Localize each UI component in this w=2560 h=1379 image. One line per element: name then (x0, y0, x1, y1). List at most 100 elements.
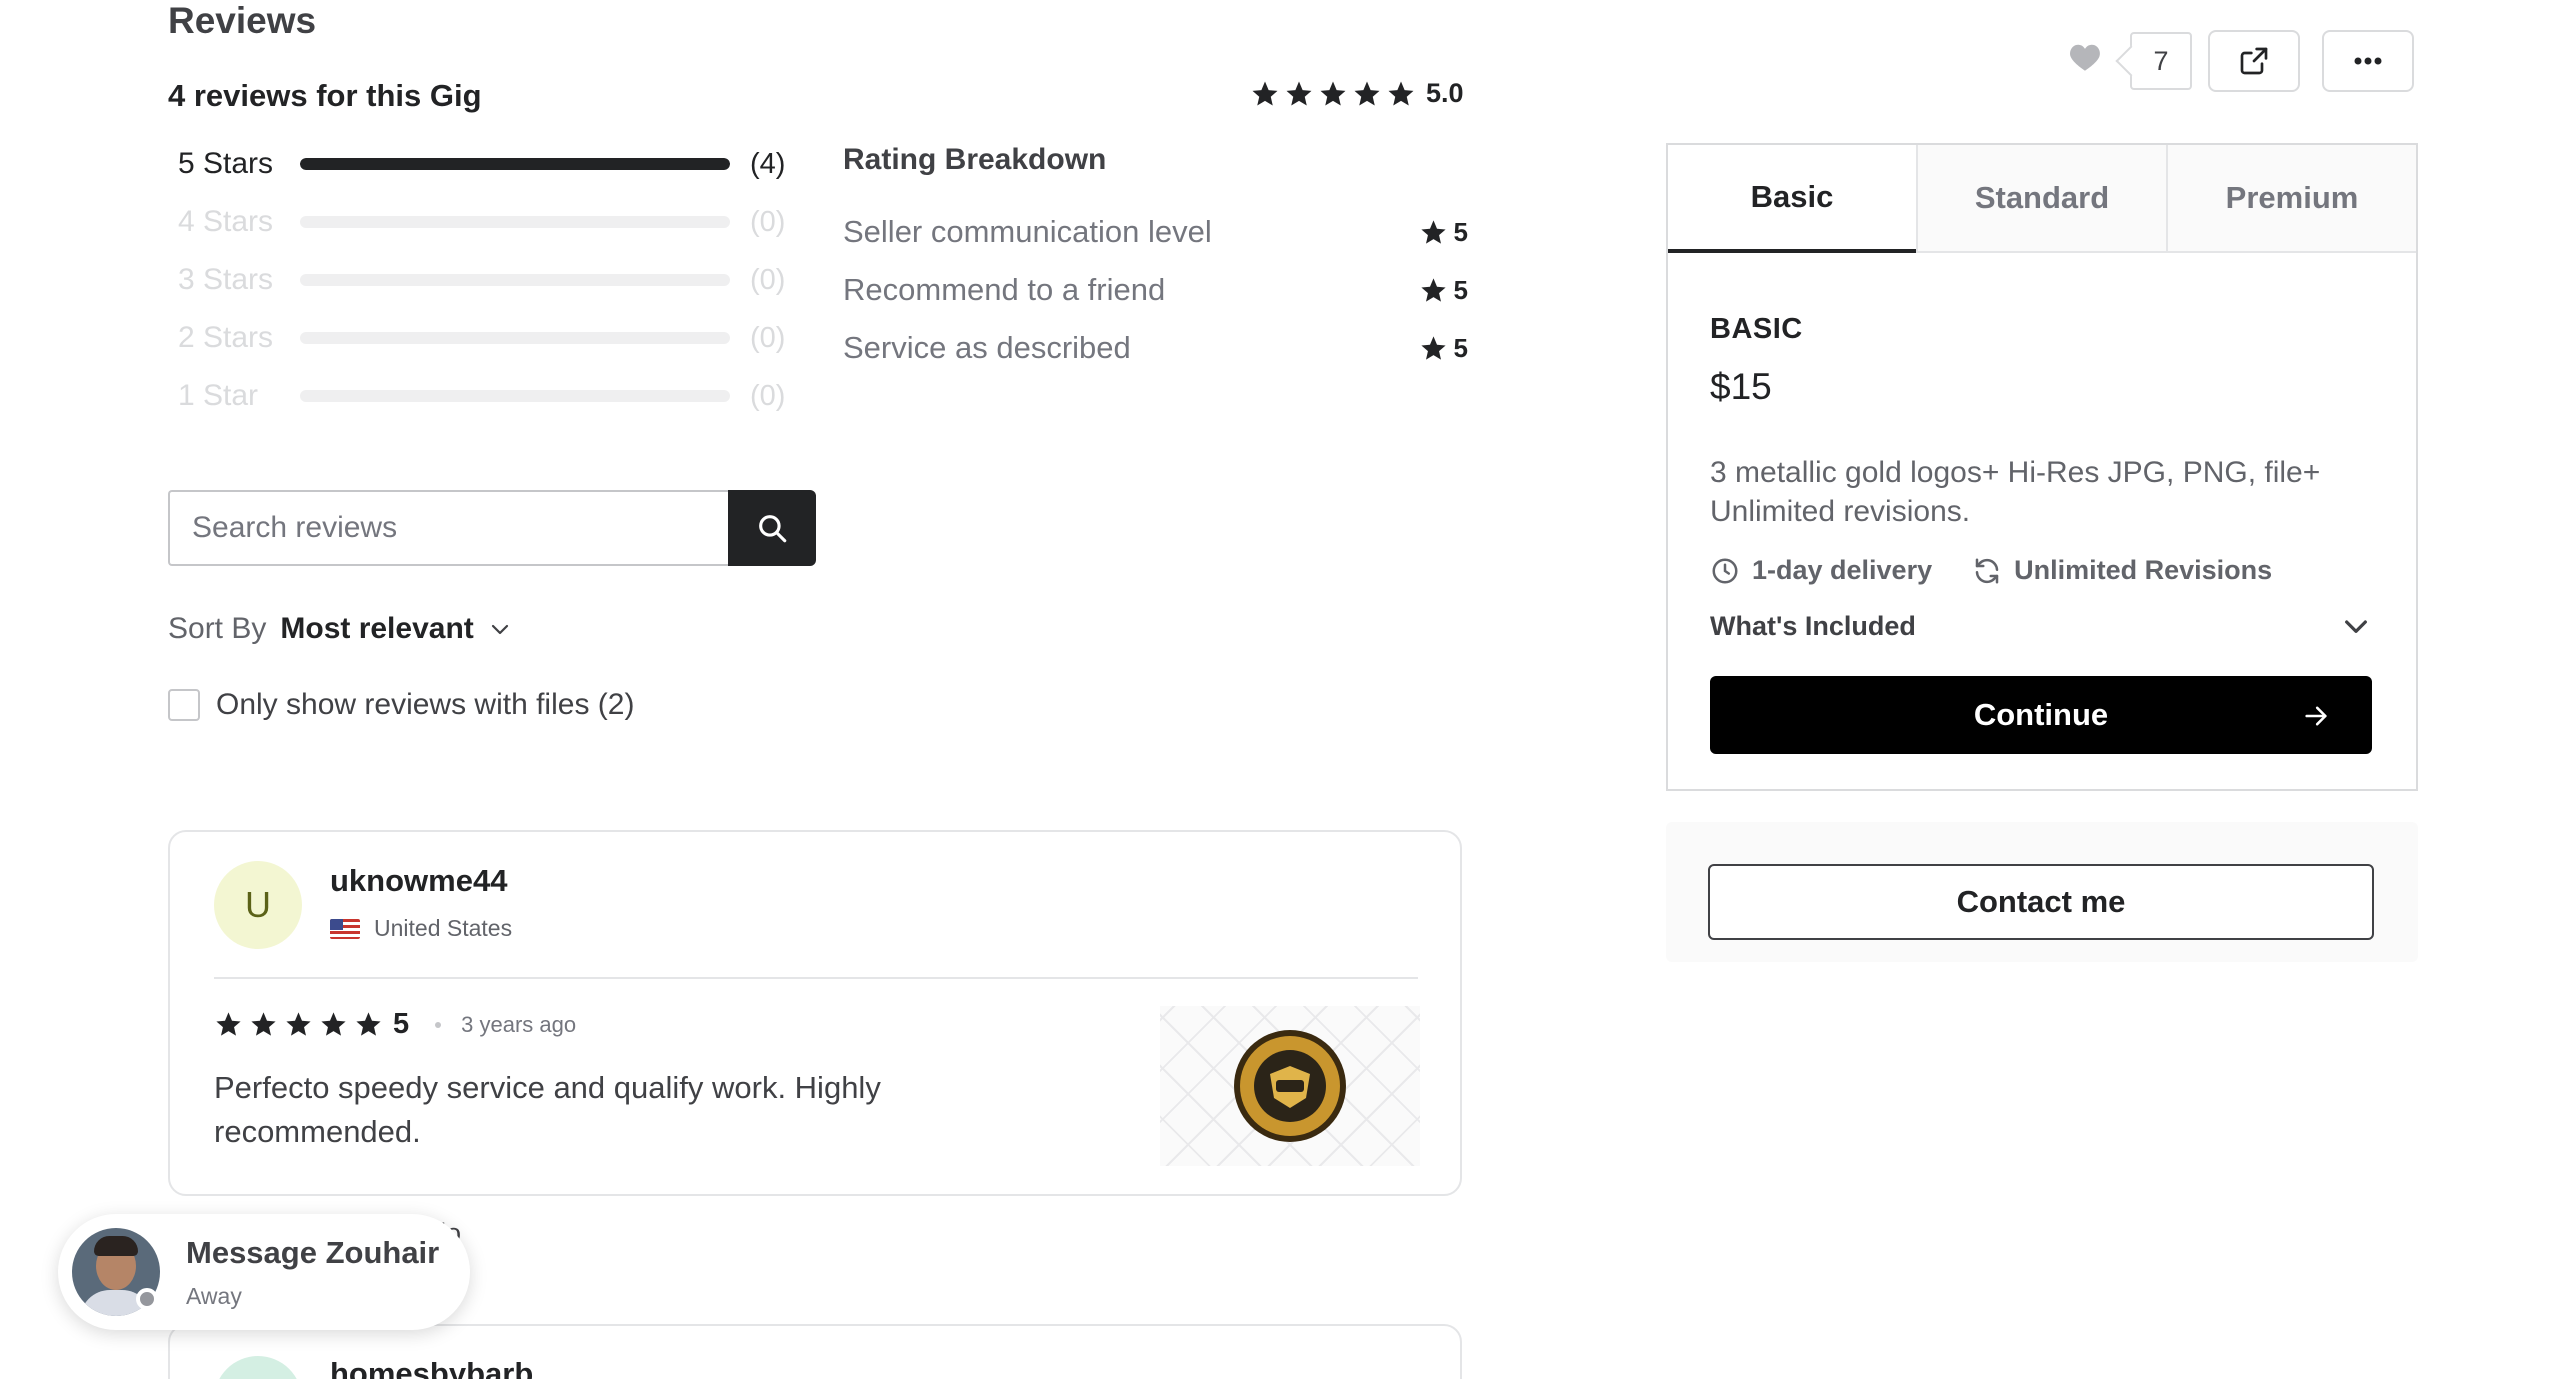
reviewer-country-label: United States (374, 915, 513, 941)
clock-icon (1712, 558, 1738, 583)
review-rating-value: 5 (393, 1008, 410, 1040)
favorite-count: 7 (2130, 32, 2192, 90)
star-row-3: 3 Stars (0) (178, 260, 788, 300)
star-icon (1286, 81, 1312, 105)
gold-logo-image (1234, 1030, 1346, 1142)
avatar[interactable]: U (214, 861, 302, 949)
star-row-label: 5 Stars (178, 147, 274, 180)
sort-by-label: Sort By (168, 612, 267, 645)
star-row-5[interactable]: 5 Stars (4) (178, 144, 788, 184)
star-row-4: 4 Stars (0) (178, 202, 788, 242)
breakdown-row: Recommend to a friend 5 (843, 268, 1468, 312)
search-icon (759, 515, 787, 543)
search-reviews-input[interactable] (192, 511, 730, 545)
reviewer-country: United States (330, 915, 512, 942)
files-filter-checkbox[interactable] (168, 689, 200, 721)
package-name: BASIC (1710, 313, 1803, 345)
star-icon (286, 1012, 311, 1036)
breakdown-label: Service as described (843, 330, 1131, 365)
star-row-bar (300, 216, 730, 228)
share-button[interactable] (2208, 30, 2300, 92)
star-icon (1388, 81, 1414, 105)
package-price: $15 (1710, 366, 1772, 407)
star-icon (251, 1012, 276, 1036)
star-row-label: 1 Star (178, 379, 259, 412)
star-row-count: (0) (750, 379, 786, 412)
review-text: Perfecto speedy service and qualify work… (214, 1070, 881, 1149)
search-reviews-field[interactable] (168, 490, 730, 566)
breakdown-value: 5 (1453, 216, 1468, 247)
tab-standard[interactable]: Standard (1916, 145, 2166, 251)
separator-dot (435, 1021, 442, 1028)
star-row-count: (0) (750, 263, 786, 296)
breakdown-value: 5 (1453, 332, 1468, 363)
star-row-label: 2 Stars (178, 321, 274, 354)
refresh-icon (1975, 558, 1999, 583)
more-options-button[interactable] (2322, 30, 2414, 92)
package-tabs: Basic Standard Premium (1668, 145, 2416, 253)
delivery-time: 1-day delivery (1752, 555, 1933, 585)
tab-basic[interactable]: Basic (1668, 145, 1916, 253)
star-icon (216, 1012, 241, 1036)
star-icon (321, 1012, 346, 1036)
star-icon (1420, 335, 1446, 360)
contact-me-button[interactable]: Contact me (1708, 864, 2374, 940)
star-row-bar (300, 158, 730, 170)
sort-by-dropdown[interactable]: Sort By Most relevant (168, 612, 512, 646)
star-row-count: (0) (750, 321, 786, 354)
us-flag-icon (330, 918, 360, 939)
continue-label: Continue (1973, 697, 2109, 732)
search-button[interactable] (728, 490, 816, 566)
star-row-count: (0) (750, 205, 786, 238)
rating-breakdown-title: Rating Breakdown (843, 143, 1107, 176)
review-time: 3 years ago (461, 1011, 577, 1037)
whats-included-label: What's Included (1710, 610, 1916, 641)
star-row-2: 2 Stars (0) (178, 318, 788, 358)
breakdown-row: Seller communication level 5 (843, 210, 1468, 254)
star-icon (1320, 81, 1346, 105)
status-dot (136, 1288, 158, 1310)
breakdown-row: Service as described 5 (843, 326, 1468, 370)
star-icon (356, 1012, 381, 1036)
continue-button[interactable]: Continue (1710, 676, 2372, 754)
star-icon (1354, 81, 1380, 105)
sort-by-value[interactable]: Most relevant (280, 612, 473, 646)
star-row-bar (300, 274, 730, 286)
files-filter[interactable]: Only show reviews with files (2) (168, 688, 634, 722)
review-rating: 5 3 years ago (214, 1008, 576, 1041)
overall-rating-value: 5.0 (1426, 78, 1464, 108)
files-filter-label: Only show reviews with files (2) (216, 688, 635, 721)
seller-status: Away (186, 1282, 242, 1309)
message-seller-title: Message Zouhair (186, 1234, 440, 1270)
star-row-1: 1 Star (0) (178, 376, 788, 416)
whats-included-toggle[interactable]: What's Included (1710, 610, 2372, 642)
divider (214, 977, 1418, 979)
star-row-count: (4) (750, 147, 786, 180)
star-row-label: 4 Stars (178, 205, 274, 238)
breakdown-label: Seller communication level (843, 214, 1212, 249)
heart-icon (2070, 44, 2100, 71)
star-row-bar (300, 390, 730, 402)
tab-premium[interactable]: Premium (2166, 145, 2416, 251)
star-icon (1420, 277, 1446, 302)
message-seller-bubble[interactable]: Message Zouhair Away (58, 1214, 470, 1330)
breakdown-label: Recommend to a friend (843, 272, 1166, 307)
overall-rating: 5.0 (1250, 78, 1464, 109)
reviewer-name[interactable]: uknowme44 (330, 863, 507, 899)
revisions-count: Unlimited Revisions (2014, 555, 2273, 585)
more-icon (2354, 57, 2382, 65)
package-meta: 1-day delivery Unlimited Revisions (1710, 555, 2272, 586)
star-row-label: 3 Stars (178, 263, 274, 296)
reviewer-name[interactable]: homesbybarb (330, 1356, 533, 1379)
star-icon (1420, 219, 1446, 244)
reviews-heading: Reviews (168, 0, 317, 41)
star-icon (1252, 81, 1278, 105)
share-icon (2240, 47, 2268, 75)
package-description: 3 metallic gold logos+ Hi-Res JPG, PNG, … (1710, 456, 2321, 528)
chevron-down-icon (2345, 620, 2367, 633)
arrow-right-icon (2305, 706, 2327, 726)
reviews-count: 4 reviews for this Gig (168, 78, 482, 113)
star-row-bar (300, 332, 730, 344)
review-attachment-thumbnail[interactable] (1160, 1006, 1420, 1166)
favorite-button[interactable] (2068, 42, 2102, 72)
